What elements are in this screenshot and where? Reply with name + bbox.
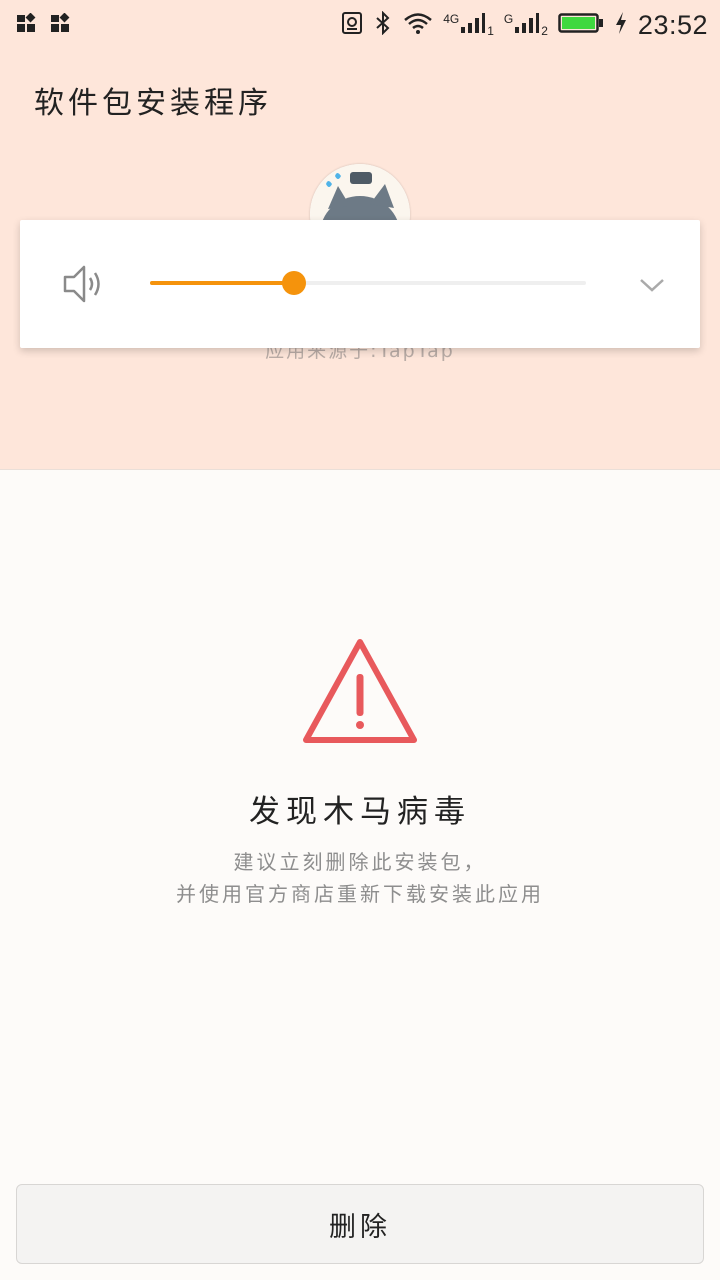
bluetooth-icon: [373, 10, 393, 39]
sim-slot-2: 2: [541, 24, 548, 38]
warning-title: 发现木马病毒: [249, 794, 471, 830]
warning-description-line-2: 并使用官方商店重新下载安装此应用: [176, 882, 544, 906]
warning-description-line-1: 建议立刻删除此安装包，: [233, 850, 487, 874]
signal-icon: [514, 12, 540, 38]
notification-icon: [50, 12, 72, 37]
notification-icon: [16, 12, 38, 37]
network-type-2: G: [503, 12, 514, 26]
status-right: 4G 1 G 2 23:52: [341, 10, 708, 41]
signal-2: G 2: [504, 12, 548, 38]
volume-slider-fill: [150, 281, 294, 285]
charging-icon: [614, 11, 628, 39]
signal-1: 4G 1: [443, 12, 494, 38]
status-bar: 4G 1 G 2 23:52: [0, 0, 720, 50]
sim-card-icon: [341, 11, 363, 39]
warning-description: 建议立刻删除此安装包， 并使用官方商店重新下载安装此应用: [0, 846, 720, 910]
sim-slot-1: 1: [487, 24, 494, 38]
signal-icon: [460, 12, 486, 38]
volume-slider[interactable]: [150, 271, 586, 295]
speaker-icon[interactable]: [62, 264, 108, 308]
wifi-icon: [403, 11, 433, 39]
chevron-down-icon[interactable]: [636, 270, 668, 304]
warning-triangle-icon: [300, 636, 420, 752]
status-left: [16, 12, 72, 37]
page-title: 软件包安装程序: [34, 86, 272, 121]
volume-slider-thumb[interactable]: [281, 271, 306, 295]
volume-panel: [20, 220, 700, 348]
network-type-1: 4G: [443, 12, 460, 26]
battery-icon: [558, 11, 604, 39]
status-time: 23:52: [637, 9, 708, 40]
delete-button[interactable]: 删除: [16, 1184, 704, 1264]
